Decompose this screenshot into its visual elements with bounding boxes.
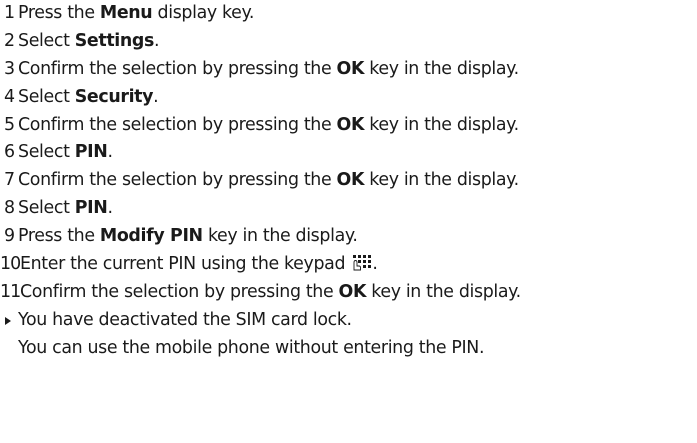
step-4: 4 Select Security. [0, 84, 697, 112]
instruction-steps: 1 Press the Menu display key. 2 Select S… [0, 0, 697, 363]
step-text: display key. [152, 3, 255, 23]
keypad-icon [352, 254, 372, 271]
menu-item-name: Settings [74, 30, 155, 51]
result-line-2: You can use the mobile phone without ent… [0, 335, 697, 363]
step-text: Confirm the selection by pressing the [20, 281, 339, 302]
step-text: Enter the current PIN using the keypad [20, 254, 351, 275]
step-text: Confirm the selection by pressing the [18, 114, 337, 135]
menu-item-name: Security [74, 86, 154, 107]
step-text: key in the display. [366, 281, 521, 302]
step-text: . [107, 198, 113, 219]
menu-item-name: PIN [74, 198, 108, 219]
step-11: 11 Confirm the selection by pressing the… [0, 279, 697, 307]
step-text: . [107, 142, 113, 163]
step-text: . [153, 86, 159, 107]
step-7: 7 Confirm the selection by pressing the … [0, 167, 697, 195]
step-text: Select [18, 30, 75, 51]
step-text: key in the display. [202, 226, 358, 247]
step-text: key in the display. [364, 170, 519, 191]
step-5: 5 Confirm the selection by pressing the … [0, 112, 697, 140]
result-line-1: You have deactivated the SIM card lock. [0, 307, 697, 335]
step-text: Press the [18, 226, 100, 247]
result-text: You have deactivated the SIM card lock. [18, 309, 352, 330]
step-text: . [372, 254, 378, 275]
key-name: OK [336, 170, 365, 191]
step-text: Select [18, 198, 75, 219]
key-name: OK [338, 281, 367, 302]
key-name: Modify PIN [99, 226, 203, 247]
triangle-right-icon [5, 316, 11, 325]
step-8: 8 Select PIN. [0, 195, 697, 223]
menu-item-name: PIN [74, 142, 108, 163]
key-name: OK [336, 58, 365, 79]
step-text: Select [18, 86, 75, 107]
step-text: . [154, 30, 160, 51]
step-text: Confirm the selection by pressing the [18, 58, 337, 79]
key-name: Menu [99, 3, 153, 23]
step-3: 3 Confirm the selection by pressing the … [0, 56, 697, 84]
step-text: Press the [18, 3, 100, 23]
step-text: Confirm the selection by pressing the [18, 170, 337, 191]
step-10: 10 Enter the current PIN using the keypa… [0, 251, 697, 279]
step-text: key in the display. [364, 58, 519, 79]
result-text: You can use the mobile phone without ent… [18, 337, 485, 358]
step-1: 1 Press the Menu display key. [0, 0, 697, 28]
step-9: 9 Press the Modify PIN key in the displa… [0, 223, 697, 251]
step-2: 2 Select Settings. [0, 28, 697, 56]
key-name: OK [336, 114, 365, 135]
step-text: key in the display. [364, 114, 519, 135]
step-6: 6 Select PIN. [0, 139, 697, 167]
step-text: Select [18, 142, 75, 163]
